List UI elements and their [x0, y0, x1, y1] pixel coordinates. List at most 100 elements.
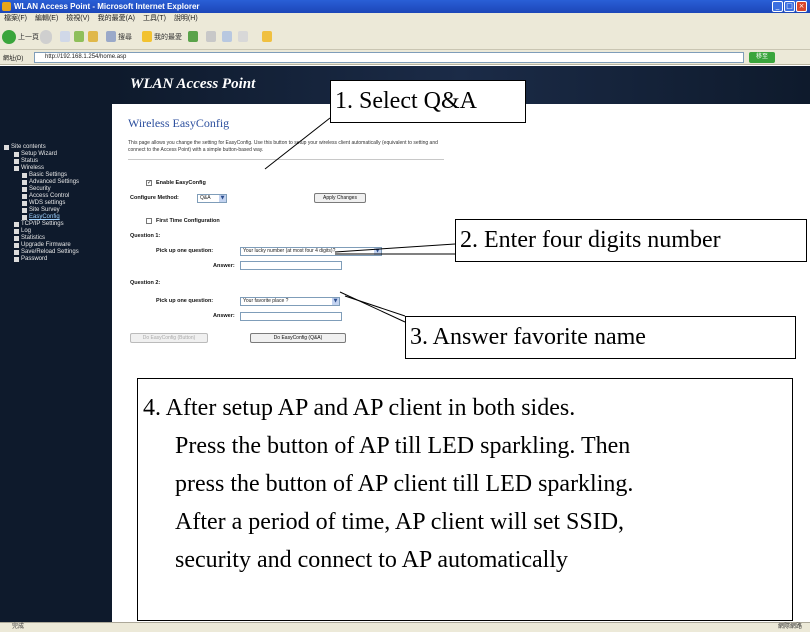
menu-file[interactable]: 檔案(F): [4, 13, 27, 25]
sidebar-item-log[interactable]: Log: [4, 228, 79, 235]
folder-icon[interactable]: [262, 31, 272, 42]
sidebar-item-easyconfig[interactable]: EasyConfig: [4, 214, 79, 221]
question1-answer-input[interactable]: [240, 261, 342, 270]
status-text: 完成: [12, 624, 25, 630]
page-icon: [14, 236, 19, 241]
sidebar-item-site-survey[interactable]: Site Survey: [4, 207, 79, 214]
window-titlebar: WLAN Access Point - Microsoft Internet E…: [0, 0, 810, 13]
history-icon[interactable]: [206, 31, 216, 42]
minimize-button[interactable]: _: [772, 1, 783, 12]
address-bar: 網址(D) http://192.168.1.254/home.asp 移至: [0, 50, 810, 65]
menu-edit[interactable]: 編輯(E): [35, 13, 58, 25]
question2-label: Question 2:: [130, 280, 161, 286]
sidebar-tree: Site contents Setup Wizard Status Wirele…: [4, 144, 79, 263]
page-icon: [14, 250, 19, 255]
page-description: This page allows you change the setting …: [128, 140, 438, 153]
callout-step1: 1. Select Q&A: [330, 80, 526, 123]
page-icon: [14, 159, 19, 164]
sidebar-item-advanced-settings[interactable]: Advanced Settings: [4, 179, 79, 186]
sidebar-item-tcpip-settings[interactable]: TCP/IP Settings: [4, 221, 79, 228]
callout-step2: 2. Enter four digits number: [455, 219, 807, 262]
maximize-button[interactable]: □: [784, 1, 795, 12]
chevron-down-icon: ▼: [332, 298, 339, 305]
question1-pick-label: Pick up one question:: [156, 248, 214, 254]
sidebar-item-upgrade-firmware[interactable]: Upgrade Firmware: [4, 242, 79, 249]
question1-answer-label: Answer:: [213, 263, 235, 269]
home-icon[interactable]: [88, 31, 98, 42]
callout-step4-line: 4. After setup AP and AP client in both …: [143, 395, 576, 421]
search-icon[interactable]: [106, 31, 116, 42]
browser-toolbar: 上一頁 搜尋 我的最愛: [0, 25, 810, 50]
menu-view[interactable]: 檢視(V): [66, 13, 89, 25]
mail-icon[interactable]: [222, 31, 232, 42]
sidebar-item-setup-wizard[interactable]: Setup Wizard: [4, 151, 79, 158]
sidebar-item-site-contents[interactable]: Site contents: [4, 144, 79, 151]
folder-icon: [14, 166, 19, 171]
forward-button[interactable]: [40, 30, 52, 44]
page-icon: [14, 243, 19, 248]
ie-logo-icon: [2, 2, 11, 11]
configure-method-label: Configure Method:: [130, 195, 179, 201]
refresh-icon[interactable]: [74, 31, 84, 42]
question2-pick-label: Pick up one question:: [156, 298, 214, 304]
question1-select[interactable]: Your lucky number (at most four 4 digits…: [240, 247, 382, 256]
do-easyconfig-qa-button[interactable]: Do EasyConfig (Q&A): [250, 333, 346, 343]
chevron-down-icon: ▼: [374, 248, 381, 255]
sidebar-item-wireless[interactable]: Wireless: [4, 165, 79, 172]
sidebar-item-statistics[interactable]: Statistics: [4, 235, 79, 242]
folder-icon: [4, 145, 9, 150]
back-label: 上一頁: [18, 34, 39, 41]
menu-bar: 檔案(F) 編輯(E) 檢視(V) 我的最愛(A) 工具(T) 說明(H): [0, 13, 810, 25]
page-icon: [22, 208, 27, 213]
page-icon: [14, 257, 19, 262]
menu-help[interactable]: 說明(H): [174, 13, 198, 25]
sidebar-item-save-reload[interactable]: Save/Reload Settings: [4, 249, 79, 256]
favorites-label: 我的最愛: [154, 34, 182, 41]
question2-select[interactable]: Your favorite place ? ▼: [240, 297, 340, 306]
sidebar-item-status[interactable]: Status: [4, 158, 79, 165]
status-bar: 完成 網際網路: [0, 622, 810, 632]
stop-icon[interactable]: [60, 31, 70, 42]
address-input[interactable]: http://192.168.1.254/home.asp: [34, 52, 744, 63]
sidebar-item-basic-settings[interactable]: Basic Settings: [4, 172, 79, 179]
media-icon[interactable]: [188, 31, 198, 42]
sidebar-item-security[interactable]: Security: [4, 186, 79, 193]
configure-method-select[interactable]: Q&A ▼: [197, 194, 227, 203]
sidebar-item-wds-settings[interactable]: WDS settings: [4, 200, 79, 207]
question2-answer-input[interactable]: [240, 312, 342, 321]
site-sidebar: Site contents Setup Wizard Status Wirele…: [0, 66, 112, 622]
do-easyconfig-button-button[interactable]: Do EasyConfig (Button): [130, 333, 208, 343]
page-icon: [14, 229, 19, 234]
sidebar-item-password[interactable]: Password: [4, 256, 79, 263]
first-time-config-label: First Time Configuration: [156, 218, 220, 224]
search-label: 搜尋: [118, 34, 132, 41]
menu-tools[interactable]: 工具(T): [143, 13, 166, 25]
callout-step4: 4. After setup AP and AP client in both …: [137, 378, 793, 621]
print-icon[interactable]: [238, 31, 248, 42]
menu-favorites[interactable]: 我的最愛(A): [98, 13, 135, 25]
window-title: WLAN Access Point - Microsoft Internet E…: [14, 2, 200, 11]
favorites-icon[interactable]: [142, 31, 152, 42]
status-zone: 網際網路: [777, 624, 802, 630]
sidebar-item-access-control[interactable]: Access Control: [4, 193, 79, 200]
callout-step4-line: Press the button of AP till LED sparklin…: [175, 433, 631, 459]
callout-step4-line: security and connect to AP automatically: [175, 547, 568, 573]
banner-title: WLAN Access Point: [130, 76, 256, 92]
configure-method-value: Q&A: [200, 195, 211, 201]
question2-value: Your favorite place ?: [243, 298, 289, 304]
address-label: 網址(D): [3, 56, 24, 62]
go-button[interactable]: 移至: [749, 52, 775, 63]
back-button[interactable]: [2, 30, 16, 44]
divider: [128, 159, 444, 160]
close-button[interactable]: ×: [796, 1, 807, 12]
callout-step4-line: press the button of AP client till LED s…: [175, 471, 634, 497]
enable-easyconfig-label: Enable EasyConfig: [156, 180, 206, 186]
first-time-config-checkbox[interactable]: [146, 218, 152, 224]
apply-changes-button[interactable]: Apply Changes: [314, 193, 366, 203]
callout-step4-line: After a period of time, AP client will s…: [175, 509, 625, 535]
page-icon: [22, 215, 27, 220]
enable-easyconfig-checkbox[interactable]: [146, 179, 152, 186]
question1-label: Question 1:: [130, 233, 161, 239]
page-icon: [22, 187, 27, 192]
page-icon: [14, 152, 19, 157]
